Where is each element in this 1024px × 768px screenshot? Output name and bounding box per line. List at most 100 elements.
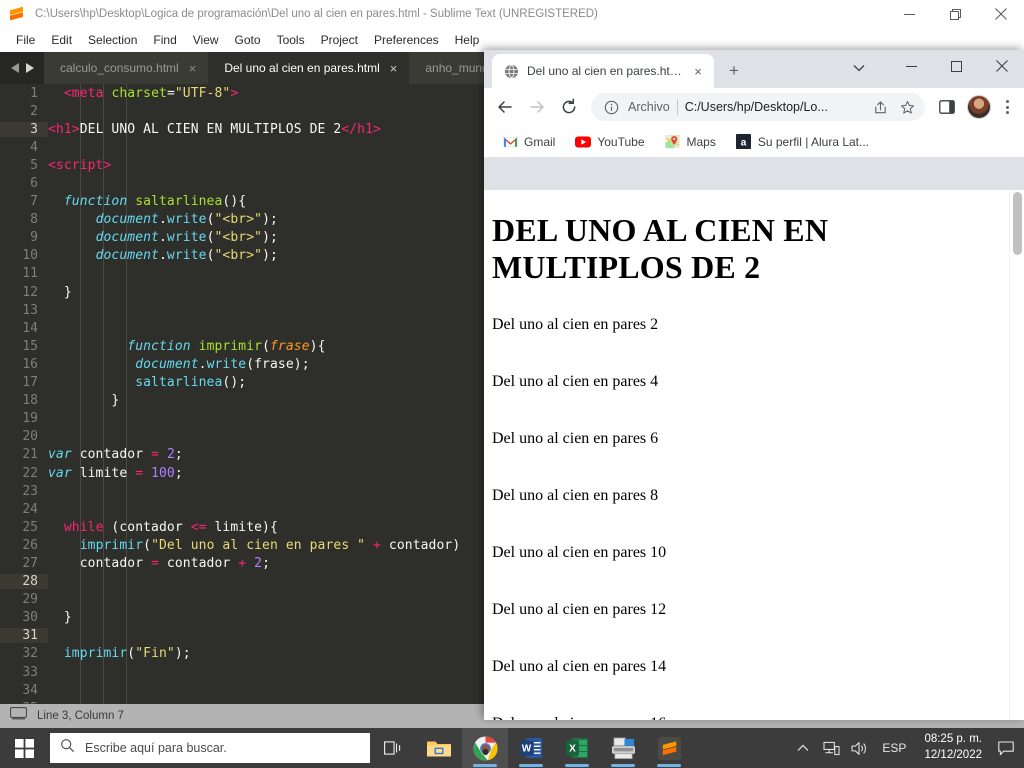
line-number: 17 [22,375,38,391]
task-view-button[interactable] [370,728,416,768]
sublime-maximize-button[interactable] [932,0,978,28]
page-scrollbar-thumb[interactable] [1013,192,1022,255]
address-bar[interactable]: Archivo C:/Users/hp/Desktop/Lo... [591,93,925,121]
page-output-line: Del uno al cien en pares 14 [492,658,667,676]
chrome-maximize-button[interactable] [934,50,979,82]
network-icon[interactable] [818,728,844,768]
code-text: imprimir("Del uno al cien en pares " + c… [79,537,461,553]
page-output-line: Del uno al cien en pares 10 [492,544,667,562]
taskbar-search-box[interactable]: Escribe aquí para buscar. [50,733,370,763]
three-dots-menu-icon[interactable] [996,93,1018,121]
line-number: 10 [22,248,38,264]
back-button[interactable] [490,92,520,122]
chrome-tab-strip: Del uno al cien en pares.html × + [484,50,1024,88]
chrome-tab-close-icon[interactable]: × [690,64,706,79]
sublime-minimize-button[interactable] [886,0,932,28]
code-text: document.write("<br>"); [95,230,278,246]
menu-item-find[interactable]: Find [145,30,184,50]
file-encoding-icon [9,706,28,725]
menu-item-file[interactable]: File [8,30,43,50]
code-text: document.write("<br>"); [95,212,278,228]
info-circle-icon[interactable] [601,97,621,117]
reload-button[interactable] [554,92,584,122]
taskbar-scanner[interactable] [600,728,646,768]
menu-item-project[interactable]: Project [313,30,366,50]
bookmark-item[interactable]: a Su perfil | Alura Lat... [728,130,877,154]
bookmark-label: Maps [686,134,716,149]
menu-item-edit[interactable]: Edit [43,30,80,50]
chrome-close-button[interactable] [979,50,1024,82]
action-center-icon[interactable] [992,728,1020,768]
svg-text:a: a [741,138,747,149]
sublime-tab-label: anho_mundi [425,61,492,75]
page-heading: DEL UNO AL CIEN EN MULTIPLOS DE 2 [492,212,829,286]
sublime-text-logo [7,4,27,24]
forward-button[interactable] [522,92,552,122]
sublime-tab-close-icon[interactable]: × [189,61,197,76]
sublime-tab-close-icon[interactable]: × [390,61,398,76]
code-text: } [63,284,72,300]
page-scrollbar[interactable] [1009,190,1024,720]
line-number: 27 [22,555,38,571]
taskbar-sublime[interactable] [646,728,692,768]
menu-item-preferences[interactable]: Preferences [366,30,447,50]
sublime-tab[interactable]: Del uno al cien en pares.html × [208,52,410,84]
code-text: function saltarlinea(){ [63,194,247,210]
bookmark-item[interactable]: Gmail [494,130,563,154]
sublime-title-bar: C:\Users\hp\Desktop\Logica de programaci… [0,0,1024,28]
omnibox-divider [676,99,678,115]
menu-item-view[interactable]: View [185,30,227,50]
line-number: 22 [22,465,38,481]
windows-taskbar: Escribe aquí para buscar. W X ESP 08:25 … [0,728,1024,768]
chrome-new-tab-button[interactable]: + [720,57,748,85]
taskbar-excel[interactable]: X [554,728,600,768]
page-output-line: Del uno al cien en pares 8 [492,487,659,505]
page-output-line: Del uno al cien en pares 6 [492,430,659,448]
code-text: contador = contador + 2; [79,555,271,571]
sublime-tab[interactable]: calculo_consumo.html × [44,52,209,84]
taskbar-search-placeholder: Escribe aquí para buscar. [85,741,227,755]
code-text: saltarlinea(); [135,375,247,391]
url-text: C:/Users/hp/Desktop/Lo... [684,100,828,114]
sublime-tab-nav-arrows[interactable] [0,52,44,84]
line-number: 15 [22,338,38,354]
line-number: 31 [0,628,48,644]
bookmarks-bar: Gmail YouTube Maps a Su perfil | Alura Lat..… [484,126,1024,158]
line-number: 16 [22,356,38,372]
language-indicator[interactable]: ESP [874,741,914,755]
menu-item-goto[interactable]: Goto [227,30,269,50]
chrome-minimize-button[interactable] [889,50,934,82]
chrome-tab-search-chevron-down-icon[interactable] [844,54,874,82]
menu-item-tools[interactable]: Tools [269,30,313,50]
sublime-close-button[interactable] [978,0,1024,28]
share-icon[interactable] [870,97,890,117]
windows-start-icon[interactable] [0,728,48,768]
side-panel-icon[interactable] [932,92,962,122]
page-output-line: Del uno al cien en pares 12 [492,601,667,619]
menu-item-selection[interactable]: Selection [80,30,145,50]
sublime-tab-label: calculo_consumo.html [60,61,179,75]
line-number: 25 [22,519,38,535]
line-number: 14 [22,320,38,336]
line-number: 32 [22,646,38,662]
code-text: } [111,393,120,409]
line-number: 13 [22,302,38,318]
line-number: 2 [30,103,38,119]
line-number: 20 [22,429,38,445]
bookmark-item[interactable]: YouTube [567,130,652,154]
system-tray: ESP 08:25 p. m. 12/12/2022 [790,728,1024,768]
alura-icon: a [736,134,752,150]
chrome-tab[interactable]: Del uno al cien en pares.html × [492,54,714,88]
volume-icon[interactable] [846,728,872,768]
menu-item-help[interactable]: Help [447,30,488,50]
taskbar-word[interactable]: W [508,728,554,768]
line-number: 21 [22,447,38,463]
taskbar-file-explorer[interactable] [416,728,462,768]
star-icon[interactable] [897,97,917,117]
bookmark-item[interactable]: Maps [657,130,724,154]
chevron-up-icon[interactable] [790,728,816,768]
profile-avatar[interactable] [967,95,991,119]
taskbar-clock[interactable]: 08:25 p. m. 12/12/2022 [916,732,990,763]
url-scheme-label: Archivo [628,100,670,114]
taskbar-chrome[interactable] [462,728,508,768]
